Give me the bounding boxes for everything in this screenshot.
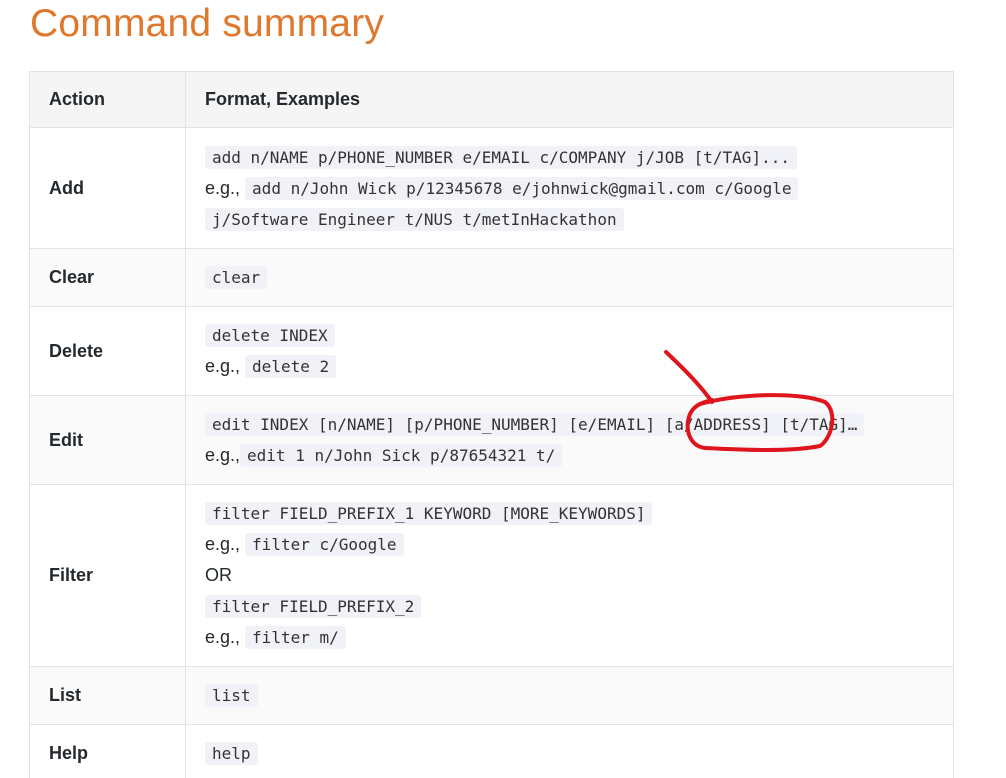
eg-label: e.g., <box>205 177 241 198</box>
format-cell-filter: filter FIELD_PREFIX_1 KEYWORD [MORE_KEYW… <box>185 484 954 667</box>
action-add: Add <box>29 127 186 249</box>
format-cell-add: add n/NAME p/PHONE_NUMBER e/EMAIL c/COMP… <box>185 127 954 249</box>
table-row-help: Help help <box>29 724 954 778</box>
action-delete: Delete <box>29 306 186 396</box>
table-row-list: List list <box>29 666 954 725</box>
edit-format-code: edit INDEX [n/NAME] [p/PHONE_NUMBER] [e/… <box>205 413 865 436</box>
action-clear: Clear <box>29 248 186 307</box>
add-example-code-2: j/Software Engineer t/NUS t/metInHackath… <box>205 207 624 231</box>
clear-format-code: clear <box>205 266 268 289</box>
add-format-code: add n/NAME p/PHONE_NUMBER e/EMAIL c/COMP… <box>205 145 797 169</box>
eg-label: e.g., <box>205 534 241 554</box>
delete-format-code: delete INDEX <box>205 324 335 347</box>
action-filter: Filter <box>29 484 186 667</box>
format-cell-clear: clear <box>185 248 954 307</box>
format-cell-delete: delete INDEX e.g., delete 2 <box>185 306 954 396</box>
filter-format-code-2: filter FIELD_PREFIX_2 <box>205 595 422 618</box>
page: Command summary Action Format, Examples … <box>0 0 1006 778</box>
help-format-code: help <box>205 742 258 765</box>
action-list: List <box>29 666 186 725</box>
edit-example-code: edit 1 n/John Sick p/87654321 t/ <box>240 444 563 467</box>
header-action: Action <box>29 71 186 128</box>
header-format-examples: Format, Examples <box>185 71 954 128</box>
eg-label: e.g., <box>205 445 241 465</box>
table-header-row: Action Format, Examples <box>29 71 954 128</box>
table-row-delete: Delete delete INDEX e.g., delete 2 <box>29 306 954 396</box>
action-help: Help <box>29 724 186 778</box>
table-row-filter: Filter filter FIELD_PREFIX_1 KEYWORD [MO… <box>29 484 954 667</box>
format-cell-list: list <box>185 666 954 725</box>
page-title: Command summary <box>30 2 385 45</box>
filter-format-code-1: filter FIELD_PREFIX_1 KEYWORD [MORE_KEYW… <box>205 502 653 525</box>
or-text: OR <box>205 565 232 585</box>
delete-example-code: delete 2 <box>245 355 337 378</box>
list-format-code: list <box>205 684 258 707</box>
table-row-clear: Clear clear <box>29 248 954 307</box>
table-row-edit: Edit edit INDEX [n/NAME] [p/PHONE_NUMBER… <box>29 395 954 485</box>
command-summary-table: Action Format, Examples Add add n/NAME p… <box>29 71 954 778</box>
format-cell-edit: edit INDEX [n/NAME] [p/PHONE_NUMBER] [e/… <box>185 395 954 485</box>
add-example-code-1: add n/John Wick p/12345678 e/johnwick@gm… <box>245 176 799 200</box>
eg-label: e.g., <box>205 356 241 376</box>
format-cell-help: help <box>185 724 954 778</box>
filter-example-code-1: filter c/Google <box>245 533 404 556</box>
eg-label: e.g., <box>205 627 241 647</box>
filter-example-code-2: filter m/ <box>245 626 346 649</box>
table-row-add: Add add n/NAME p/PHONE_NUMBER e/EMAIL c/… <box>29 127 954 249</box>
action-edit: Edit <box>29 395 186 485</box>
